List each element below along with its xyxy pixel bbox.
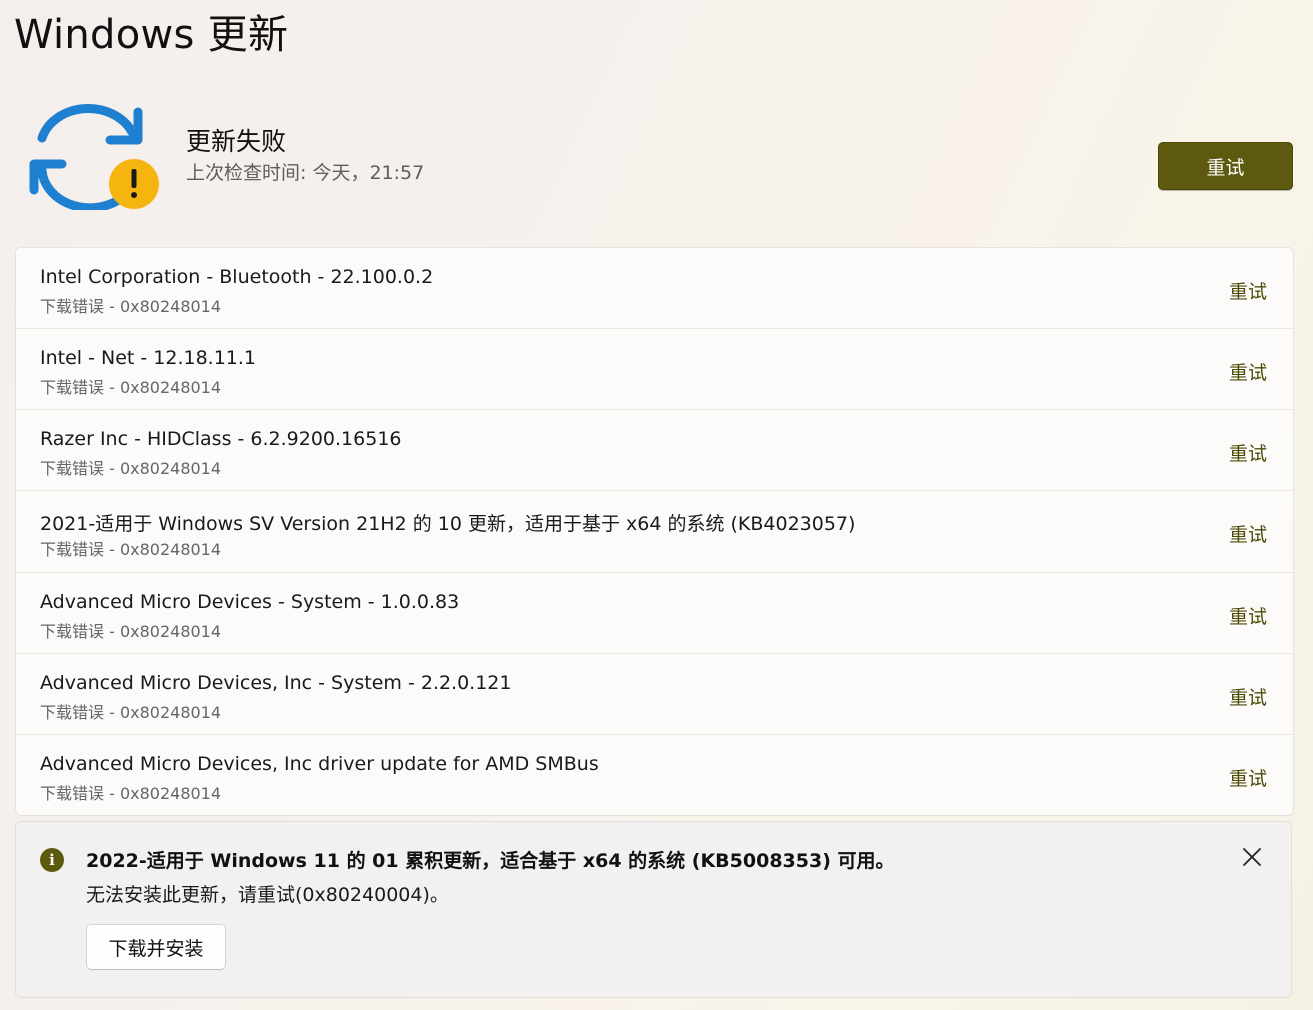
close-icon[interactable]	[1241, 846, 1263, 868]
update-name: Intel - Net - 12.18.11.1	[40, 347, 257, 369]
update-error: 下载错误 - 0x80248014	[40, 459, 222, 478]
list-item: Advanced Micro Devices, Inc - System - 2…	[16, 653, 1293, 734]
retry-button[interactable]: 重试	[1229, 439, 1267, 466]
update-error: 下载错误 - 0x80248014	[40, 297, 222, 316]
last-checked-text: 上次检查时间: 今天，21:57	[186, 162, 425, 184]
list-item: Advanced Micro Devices, Inc driver updat…	[16, 734, 1293, 815]
list-item: 2021-适用于 Windows SV Version 21H2 的 10 更新…	[16, 490, 1293, 572]
update-error: 下载错误 - 0x80248014	[40, 784, 222, 803]
retry-button[interactable]: 重试	[1229, 602, 1267, 629]
update-available-infobar: i 2022-适用于 Windows 11 的 01 累积更新，适合基于 x64…	[15, 821, 1292, 998]
infobar-title: 2022-适用于 Windows 11 的 01 累积更新，适合基于 x64 的…	[86, 850, 895, 872]
update-name: Advanced Micro Devices, Inc - System - 2…	[40, 672, 512, 694]
retry-button[interactable]: 重试	[1229, 277, 1267, 304]
retry-button[interactable]: 重试	[1229, 358, 1267, 385]
retry-button[interactable]: 重试	[1229, 683, 1267, 710]
download-install-button[interactable]: 下载并安装	[86, 924, 226, 970]
sync-warning-icon	[28, 98, 160, 213]
retry-button[interactable]: 重试	[1229, 520, 1267, 547]
status-title: 更新失败	[186, 127, 287, 156]
update-name: Intel Corporation - Bluetooth - 22.100.0…	[40, 266, 434, 288]
failed-updates-list: Intel Corporation - Bluetooth - 22.100.0…	[15, 247, 1294, 816]
retry-button[interactable]: 重试	[1229, 764, 1267, 791]
retry-all-button[interactable]: 重试	[1158, 142, 1293, 190]
update-error: 下载错误 - 0x80248014	[40, 703, 222, 722]
list-item: Intel Corporation - Bluetooth - 22.100.0…	[16, 248, 1293, 328]
list-item: Advanced Micro Devices - System - 1.0.0.…	[16, 572, 1293, 653]
update-name: Advanced Micro Devices - System - 1.0.0.…	[40, 591, 460, 613]
info-icon: i	[40, 848, 64, 872]
infobar-message: 无法安装此更新，请重试(0x80240004)。	[86, 884, 449, 906]
update-error: 下载错误 - 0x80248014	[40, 540, 222, 559]
list-item: Intel - Net - 12.18.11.1 下载错误 - 0x802480…	[16, 328, 1293, 409]
update-name: 2021-适用于 Windows SV Version 21H2 的 10 更新…	[40, 513, 856, 535]
update-error: 下载错误 - 0x80248014	[40, 378, 222, 397]
update-error: 下载错误 - 0x80248014	[40, 622, 222, 641]
page-title: Windows 更新	[14, 12, 289, 58]
list-item: Razer Inc - HIDClass - 6.2.9200.16516 下载…	[16, 409, 1293, 490]
update-name: Razer Inc - HIDClass - 6.2.9200.16516	[40, 428, 402, 450]
update-name: Advanced Micro Devices, Inc driver updat…	[40, 753, 599, 775]
